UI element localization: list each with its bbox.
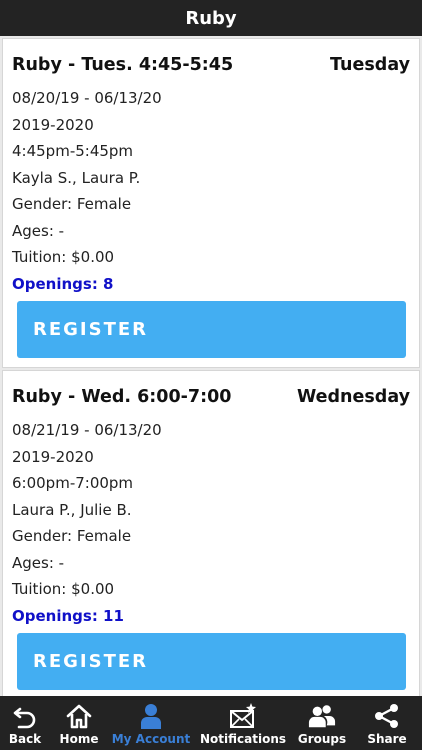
- user-icon: [136, 702, 166, 730]
- tab-label: Groups: [297, 732, 347, 746]
- mail-star-icon: [228, 702, 258, 730]
- class-ages: Ages: -: [12, 553, 65, 572]
- class-openings: Openings: 8: [12, 274, 114, 293]
- home-icon: [64, 702, 94, 730]
- register-button[interactable]: REGISTER: [17, 633, 406, 690]
- tab-back[interactable]: Back: [0, 696, 50, 750]
- back-icon: [10, 702, 40, 730]
- class-card: Ruby - Tues. 4:45-5:45 Tuesday 08/20/19 …: [2, 38, 420, 368]
- class-gender: Gender: Female: [12, 195, 132, 213]
- register-button[interactable]: REGISTER: [17, 301, 406, 358]
- class-ages: Ages: -: [12, 221, 65, 240]
- tab-label: Notifications: [199, 732, 287, 746]
- class-day: Tuesday: [330, 55, 410, 75]
- bottom-tab-bar: Back Home My Account Notifications Group…: [0, 696, 422, 750]
- tab-label: Home: [59, 732, 99, 746]
- tab-notifications[interactable]: Notifications: [194, 696, 292, 750]
- tab-groups[interactable]: Groups: [292, 696, 352, 750]
- top-bar: Ruby: [0, 0, 422, 36]
- class-title: Ruby - Tues. 4:45-5:45: [12, 55, 234, 75]
- class-time: 6:00pm-7:00pm: [12, 474, 134, 492]
- class-tuition: Tuition: $0.00: [12, 248, 115, 266]
- share-icon: [372, 702, 402, 730]
- class-tuition: Tuition: $0.00: [12, 580, 115, 598]
- class-details: 08/21/19 - 06/13/20 2019-2020 6:00pm-7:0…: [12, 417, 162, 629]
- class-instructors: Kayla S., Laura P.: [12, 168, 141, 187]
- class-gender: Gender: Female: [12, 527, 132, 545]
- tab-home[interactable]: Home: [50, 696, 108, 750]
- class-time: 4:45pm-5:45pm: [12, 142, 134, 160]
- class-session: 2019-2020: [12, 447, 94, 466]
- tab-label: Share: [367, 732, 407, 746]
- class-instructors: Laura P., Julie B.: [12, 500, 132, 519]
- class-title: Ruby - Wed. 6:00-7:00: [12, 387, 232, 407]
- class-card-header: Ruby - Wed. 6:00-7:00 Wednesday: [12, 387, 410, 407]
- class-dates: 08/20/19 - 06/13/20: [12, 89, 162, 107]
- class-day: Wednesday: [296, 387, 410, 407]
- class-dates: 08/21/19 - 06/13/20: [12, 421, 162, 439]
- tab-share[interactable]: Share: [352, 696, 422, 750]
- group-icon: [307, 702, 337, 730]
- class-details: 08/20/19 - 06/13/20 2019-2020 4:45pm-5:4…: [12, 85, 162, 297]
- tab-label: My Account: [111, 732, 191, 746]
- tab-my-account[interactable]: My Account: [108, 696, 194, 750]
- class-openings: Openings: 11: [12, 606, 124, 625]
- class-card-header: Ruby - Tues. 4:45-5:45 Tuesday: [12, 55, 410, 75]
- class-card: Ruby - Wed. 6:00-7:00 Wednesday 08/21/19…: [2, 370, 420, 696]
- page-title: Ruby: [185, 7, 237, 29]
- class-list[interactable]: Ruby - Tues. 4:45-5:45 Tuesday 08/20/19 …: [0, 36, 422, 696]
- class-session: 2019-2020: [12, 115, 94, 134]
- tab-label: Back: [8, 732, 42, 746]
